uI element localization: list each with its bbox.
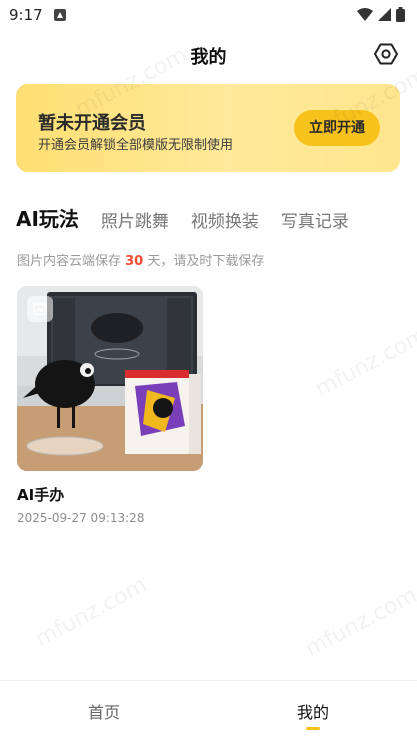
status-time: 9:17 <box>9 6 43 24</box>
nav-mine[interactable]: 我的 <box>263 699 363 723</box>
settings-button[interactable] <box>373 41 399 67</box>
bottom-nav: 首页 我的 <box>0 680 417 743</box>
notice-days: 30 <box>125 254 144 269</box>
header: 我的 <box>0 30 417 78</box>
notice-prefix: 图片内容云端保存 <box>17 254 126 269</box>
list-item[interactable]: AI手办 2025-09-27 09:13:28 <box>17 286 203 525</box>
status-indicators <box>357 7 405 22</box>
item-thumbnail[interactable] <box>17 286 203 471</box>
image-badge-icon <box>27 296 53 322</box>
nav-active-indicator <box>306 727 320 730</box>
tab-photo-dance[interactable]: 照片跳舞 <box>101 207 169 236</box>
notice-suffix: 天，请及时下载保存 <box>143 254 265 269</box>
battery-icon <box>396 7 405 22</box>
signal-icon <box>378 8 391 21</box>
page-title: 我的 <box>190 47 227 68</box>
watermark: mfunz.com <box>311 322 417 403</box>
wifi-icon <box>357 8 373 21</box>
item-title: AI手办 <box>17 486 65 504</box>
watermark: mfunz.com <box>301 582 417 663</box>
tab-video-outfit[interactable]: 视频换装 <box>191 207 259 236</box>
settings-hexagon-icon <box>374 43 398 65</box>
vip-subtitle: 开通会员解锁全部模版无限制使用 <box>38 138 234 153</box>
tab-ai-play[interactable]: AI玩法 <box>16 203 79 236</box>
storage-notice: 图片内容云端保存 30 天，请及时下载保存 <box>17 250 264 269</box>
tab-portrait-record[interactable]: 写真记录 <box>281 207 349 236</box>
item-date: 2025-09-27 09:13:28 <box>17 511 145 525</box>
status-bar: 9:17 <box>0 0 417 30</box>
nav-home[interactable]: 首页 <box>54 699 154 723</box>
notification-icon <box>54 9 66 21</box>
watermark: mfunz.com <box>31 572 152 653</box>
category-tabs: AI玩法 照片跳舞 视频换装 写真记录 <box>16 202 349 236</box>
